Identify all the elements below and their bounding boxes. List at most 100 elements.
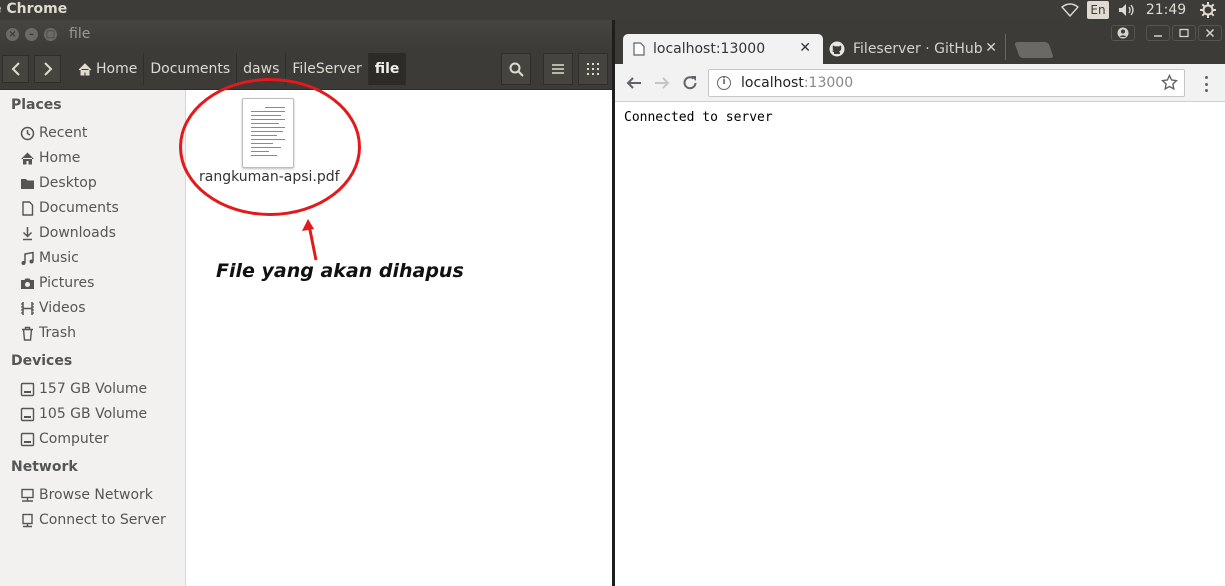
- breadcrumb-fileserver[interactable]: FileServer: [286, 53, 369, 85]
- camera-icon: [21, 278, 34, 289]
- sidebar-item-label: Desktop: [39, 175, 97, 191]
- clock[interactable]: 21:49: [1141, 0, 1191, 20]
- breadcrumb-documents[interactable]: Documents: [144, 53, 238, 85]
- window-title: file: [69, 26, 91, 42]
- sidebar-item-label: Connect to Server: [39, 512, 166, 528]
- maximize-icon[interactable]: [1172, 25, 1196, 41]
- tab-close-icon[interactable]: ✕: [985, 40, 997, 56]
- page-content-text: Connected to server: [624, 110, 773, 125]
- breadcrumb-label: daws: [243, 61, 280, 77]
- trash-icon: [22, 326, 33, 341]
- close-icon[interactable]: ×: [6, 28, 19, 41]
- url-port: :13000: [803, 75, 854, 91]
- sidebar-item-label: Music: [39, 250, 79, 266]
- browser-toolbar: i localhost:13000: [615, 64, 1225, 102]
- breadcrumb-file[interactable]: file: [368, 53, 407, 85]
- search-button[interactable]: [501, 53, 531, 85]
- list-icon: [552, 64, 564, 74]
- file-manager-window: × – □ file Home Documents daws FileServe…: [0, 20, 612, 586]
- reload-button[interactable]: [680, 73, 700, 93]
- wifi-icon[interactable]: [1055, 0, 1085, 20]
- sidebar-item-trash[interactable]: Trash: [20, 322, 76, 344]
- breadcrumb-label: Documents: [150, 61, 231, 77]
- tab-close-icon[interactable]: ✕: [799, 40, 811, 56]
- drive-icon: [20, 407, 35, 421]
- tab-title: localhost:13000: [653, 41, 766, 57]
- browser-menu-button[interactable]: [1199, 74, 1213, 94]
- sidebar-item-desktop[interactable]: Desktop: [20, 172, 97, 194]
- gear-icon[interactable]: [1191, 0, 1225, 20]
- sidebar-item-105gb-volume[interactable]: 105 GB Volume: [20, 403, 147, 425]
- sidebar-item-downloads[interactable]: Downloads: [20, 222, 116, 244]
- sidebar-item-home[interactable]: Home: [20, 147, 80, 169]
- pdf-document-icon[interactable]: [242, 98, 294, 168]
- annotation-text: File yang akan dihapus: [216, 260, 464, 282]
- back-button[interactable]: [624, 73, 644, 93]
- sidebar: Places Recent Home Desktop Documents Dow…: [0, 90, 186, 586]
- person-icon: [1117, 27, 1129, 39]
- grid-view-button[interactable]: [578, 53, 608, 85]
- sidebar-item-label: Home: [39, 150, 81, 166]
- sidebar-item-157gb-volume[interactable]: 157 GB Volume: [20, 378, 147, 400]
- breadcrumb-label: Home: [96, 61, 138, 77]
- breadcrumb-home[interactable]: Home: [72, 53, 145, 85]
- forward-button[interactable]: [652, 73, 672, 93]
- address-bar[interactable]: i localhost:13000: [708, 69, 1185, 97]
- sidebar-item-label: Downloads: [39, 225, 116, 241]
- sidebar-item-computer[interactable]: Computer: [20, 428, 109, 450]
- sidebar-item-music[interactable]: Music: [20, 247, 79, 269]
- sidebar-item-label: Recent: [39, 125, 88, 141]
- breadcrumb: Home Documents daws FileServer file: [72, 53, 407, 85]
- home-icon: [78, 62, 92, 75]
- tab-strip: localhost:13000 ✕ Fileserver · GitHub ✕: [615, 20, 1225, 64]
- minimize-icon[interactable]: –: [25, 28, 38, 41]
- grid-icon: [587, 63, 599, 75]
- arrow-left-icon: [626, 77, 641, 89]
- sidebar-item-label: Browse Network: [39, 487, 153, 503]
- drive-icon: [20, 382, 35, 396]
- search-icon: [509, 62, 524, 77]
- sidebar-item-documents[interactable]: Documents: [20, 197, 119, 219]
- sidebar-item-recent[interactable]: Recent: [20, 122, 87, 144]
- server-icon: [22, 513, 33, 527]
- reload-icon: [683, 76, 697, 90]
- github-icon: [829, 41, 845, 57]
- new-tab-button[interactable]: [1014, 42, 1054, 58]
- devices-heading: Devices: [11, 353, 73, 369]
- close-icon[interactable]: [1198, 25, 1222, 41]
- volume-icon[interactable]: [1115, 0, 1141, 20]
- keyboard-layout-indicator[interactable]: En: [1087, 1, 1109, 19]
- page-icon: [633, 42, 645, 56]
- active-app-name: e Chrome: [0, 1, 68, 17]
- maximize-icon[interactable]: □: [44, 28, 57, 41]
- star-icon[interactable]: [1160, 73, 1179, 95]
- sidebar-item-videos[interactable]: Videos: [20, 297, 86, 319]
- sidebar-item-pictures[interactable]: Pictures: [20, 272, 94, 294]
- network-heading: Network: [11, 459, 78, 475]
- download-icon: [22, 226, 33, 240]
- profile-button[interactable]: [1111, 25, 1135, 41]
- sidebar-item-browse-network[interactable]: Browse Network: [20, 484, 153, 506]
- home-icon: [21, 152, 34, 164]
- film-icon: [21, 301, 34, 315]
- browser-window: localhost:13000 ✕ Fileserver · GitHub ✕: [615, 20, 1225, 586]
- forward-button[interactable]: [34, 55, 61, 83]
- indicator-area: En 21:49: [1055, 0, 1225, 20]
- back-button[interactable]: [2, 55, 29, 83]
- document-icon: [22, 200, 34, 216]
- sidebar-item-connect-to-server[interactable]: Connect to Server: [20, 509, 166, 531]
- chevron-right-icon: [43, 62, 52, 76]
- folder-icon: [21, 178, 34, 189]
- minimize-icon[interactable]: [1146, 25, 1170, 41]
- list-view-button[interactable]: [543, 53, 573, 85]
- tab-github[interactable]: Fileserver · GitHub ✕: [819, 34, 1009, 64]
- drive-icon: [20, 432, 35, 446]
- system-top-panel: e Chrome En 21:49: [0, 0, 1225, 20]
- tab-localhost[interactable]: localhost:13000 ✕: [623, 34, 823, 64]
- clock-icon: [20, 126, 35, 140]
- info-icon[interactable]: i: [717, 76, 731, 90]
- sidebar-item-label: Pictures: [39, 275, 95, 291]
- file-name-label[interactable]: rangkuman-apsi.pdf: [199, 169, 340, 185]
- network-icon: [21, 488, 34, 502]
- url-host: localhost: [741, 75, 804, 91]
